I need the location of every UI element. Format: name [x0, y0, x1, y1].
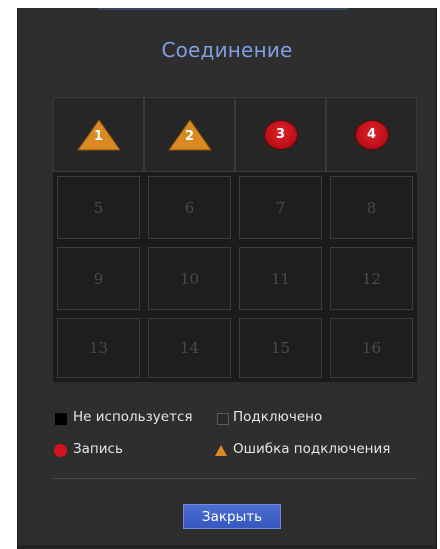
channel-cell-10: 10 — [148, 247, 231, 310]
legend-unused-label: Не используется — [73, 409, 193, 425]
channel-grid: 1 2 3 4 5 6 7 8 9 10 11 12 13 14 15 16 — [53, 97, 417, 382]
channel-cell-1: 1 — [53, 97, 144, 172]
legend-recording-label: Запись — [73, 441, 123, 457]
recording-legend-icon — [54, 444, 67, 457]
bottom-edge — [18, 545, 436, 549]
channel-number: 10 — [179, 269, 200, 288]
channel-cell-6: 6 — [148, 176, 231, 239]
channel-cell-4: 4 — [326, 97, 417, 172]
channel-cell-13: 13 — [57, 318, 140, 378]
channel-number: 16 — [361, 339, 382, 357]
channel-number: 1 — [93, 128, 104, 144]
channel-cell-14: 14 — [148, 318, 231, 378]
channel-number: 8 — [366, 198, 377, 217]
channel-number: 5 — [93, 198, 104, 217]
channel-number: 13 — [88, 339, 109, 357]
channel-number: 6 — [184, 198, 195, 217]
channel-number: 14 — [179, 339, 200, 357]
warning-legend-icon — [215, 445, 227, 456]
divider — [53, 478, 417, 479]
channel-number: 2 — [184, 128, 195, 144]
channel-cell-7: 7 — [239, 176, 322, 239]
channel-cell-11: 11 — [239, 247, 322, 310]
connection-dialog: Соединение 1 2 3 4 5 6 7 8 9 10 11 12 13 14 15 16 Не ис… — [17, 8, 437, 549]
channel-cell-2: 2 — [144, 97, 235, 172]
connected-legend-swatch — [217, 413, 229, 425]
channel-number: 12 — [361, 269, 382, 288]
dialog-title: Соединение — [161, 38, 293, 62]
red-circle-icon: 4 — [354, 119, 389, 150]
warning-triangle-icon: 2 — [167, 118, 212, 151]
red-circle-icon: 3 — [263, 119, 298, 150]
unused-legend-swatch — [55, 413, 67, 425]
channel-number: 7 — [275, 198, 286, 217]
channel-number: 15 — [270, 339, 291, 357]
channel-cell-5: 5 — [57, 176, 140, 239]
channel-cell-12: 12 — [330, 247, 413, 310]
channel-number: 11 — [270, 269, 291, 288]
channel-cell-9: 9 — [57, 247, 140, 310]
warning-triangle-icon: 1 — [76, 118, 121, 151]
channel-cell-8: 8 — [330, 176, 413, 239]
legend-connected-label: Подключено — [233, 409, 323, 425]
legend-error-label: Ошибка подключения — [233, 441, 391, 457]
close-button[interactable]: Закрыть — [183, 504, 281, 529]
channel-number: 9 — [93, 269, 104, 288]
channel-cell-3: 3 — [235, 97, 326, 172]
top-edge — [98, 8, 348, 10]
channel-cell-16: 16 — [330, 318, 413, 378]
channel-cell-15: 15 — [239, 318, 322, 378]
